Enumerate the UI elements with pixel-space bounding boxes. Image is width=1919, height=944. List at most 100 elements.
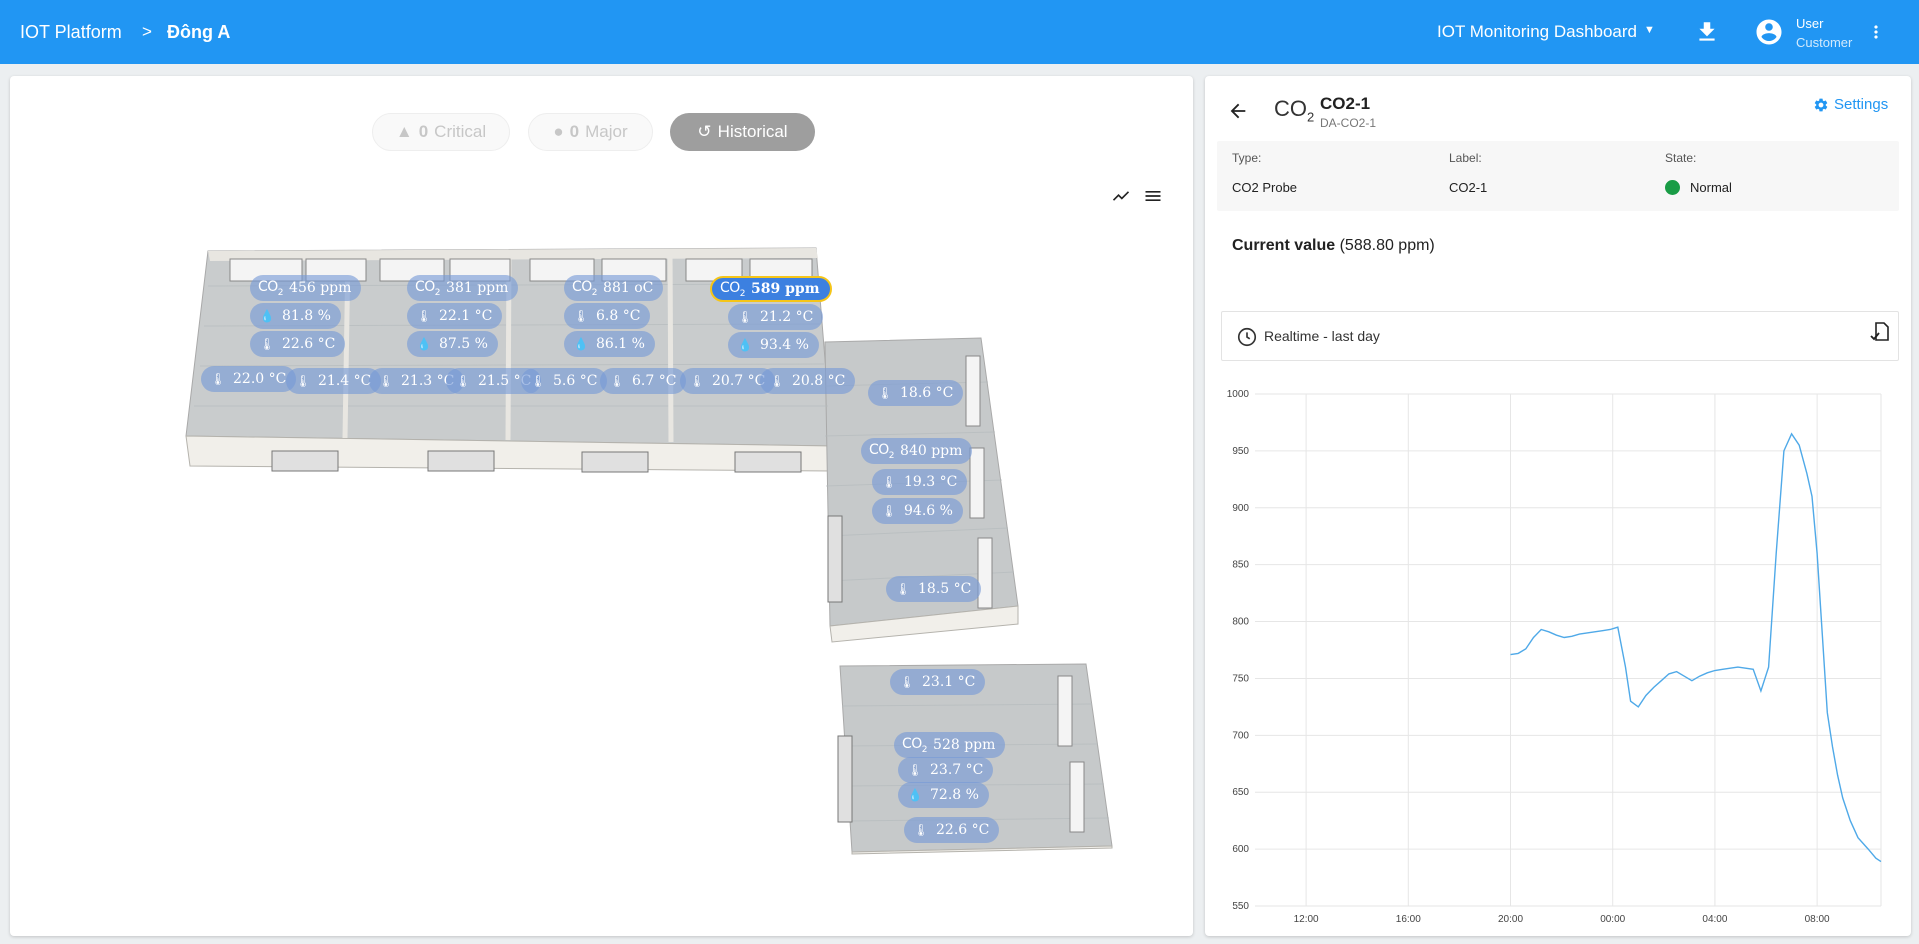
- thermometer-icon: 🌡: [573, 309, 589, 323]
- sensor-temp-chip[interactable]: 🌡 19.3 °C: [872, 469, 968, 495]
- x-tick-label: 04:00: [1702, 914, 1727, 925]
- dashboard-select[interactable]: IOT Monitoring Dashboard: [1437, 22, 1637, 42]
- y-tick-label: 950: [1232, 446, 1249, 457]
- sensor-temp-chip[interactable]: 🌡 5.6 °C: [521, 368, 608, 394]
- breadcrumb-root[interactable]: IOT Platform: [20, 22, 122, 43]
- sensor-temp-chip[interactable]: 🌡 22.0 °C: [201, 366, 297, 392]
- sensor-value: 72.8 %: [930, 787, 979, 803]
- thermometer-icon: 🌡: [907, 763, 923, 777]
- sensor-value: 6.8 °C: [596, 308, 641, 324]
- trend-icon[interactable]: [1111, 186, 1131, 206]
- sensor-value: 5.6 °C: [553, 373, 598, 389]
- label-label: Label:: [1449, 151, 1482, 165]
- y-tick-label: 750: [1232, 673, 1249, 684]
- dropdown-caret-icon[interactable]: ▼: [1644, 24, 1655, 36]
- co2-icon: CO2: [258, 278, 284, 298]
- sensor-temp-chip[interactable]: 🌡 20.8 °C: [760, 368, 856, 394]
- sensor-value: 22.6 °C: [282, 336, 336, 352]
- device-info-panel: Type: CO2 Probe Label: CO2-1 State: Norm…: [1217, 141, 1899, 211]
- floorplan-map: [185, 247, 1113, 855]
- sensor-value: 87.5 %: [439, 336, 488, 352]
- more-vert-icon[interactable]: [1866, 19, 1886, 45]
- state-value: Normal: [1690, 180, 1732, 195]
- series-line: [1510, 432, 1882, 863]
- breadcrumb-separator: >: [142, 22, 152, 41]
- sensor-value: 23.1 °C: [922, 674, 976, 690]
- sensor-value: 22.0 °C: [233, 371, 287, 387]
- thermometer-icon: 🌡: [455, 374, 471, 388]
- critical-alarm-chip[interactable]: ▲ 0 Critical: [372, 113, 510, 151]
- user-name: User: [1796, 16, 1824, 31]
- x-tick-label: 00:00: [1600, 914, 1625, 925]
- user-role: Customer: [1796, 35, 1853, 50]
- major-alarm-chip[interactable]: ● 0 Major: [528, 113, 653, 151]
- sensor-temp-chip[interactable]: 🌡 21.4 °C: [286, 368, 382, 394]
- export-file-icon[interactable]: [1868, 320, 1892, 344]
- sensor-temp-chip[interactable]: 🌡 6.8 °C: [564, 303, 651, 329]
- thermometer-icon: 🌡: [295, 374, 311, 388]
- thermometer-icon: 🌡: [881, 504, 897, 518]
- sensor-co2-chip[interactable]: CO2 528 ppm: [894, 732, 1006, 758]
- sensor-humidity-chip[interactable]: 💧 87.5 %: [407, 331, 498, 357]
- warning-icon: ▲: [395, 122, 413, 141]
- time-period-selector[interactable]: Realtime - last day: [1221, 311, 1899, 361]
- sensor-temp-chip[interactable]: 🌡 23.1 °C: [890, 669, 986, 695]
- sensor-co2-chip[interactable]: CO2 589 ppm: [710, 276, 832, 302]
- co2-icon: CO2: [902, 735, 928, 755]
- current-value-number: (588.80 ppm): [1339, 237, 1435, 254]
- y-tick-label: 900: [1232, 503, 1249, 514]
- label-value: CO2-1: [1449, 180, 1488, 195]
- sensor-value: 19.3 °C: [904, 474, 958, 490]
- y-tick-label: 550: [1232, 901, 1249, 912]
- y-tick-label: 800: [1232, 617, 1249, 628]
- sensor-value: 6.7 °C: [632, 373, 677, 389]
- download-icon[interactable]: [1694, 19, 1720, 45]
- sensor-temp-chip[interactable]: 🌡 94.6 %: [872, 498, 963, 524]
- sensor-value: 381 ppm: [446, 280, 509, 296]
- account-circle-icon[interactable]: [1754, 17, 1784, 47]
- sensor-value: 589 ppm: [751, 281, 820, 297]
- sensor-value: 840 ppm: [900, 443, 963, 459]
- sensor-humidity-chip[interactable]: 💧 93.4 %: [728, 332, 819, 358]
- sensor-temp-chip[interactable]: 🌡 22.6 °C: [904, 817, 1000, 843]
- sensor-value: 22.6 °C: [936, 822, 990, 838]
- sensor-temp-chip[interactable]: 🌡 6.7 °C: [600, 368, 687, 394]
- thermometer-icon: 🌡: [210, 372, 226, 386]
- top-app-bar: IOT Platform > Đông A IOT Monitoring Das…: [0, 0, 1919, 64]
- state-field: State: Normal: [1665, 151, 1732, 195]
- co2-icon: CO2: [869, 441, 895, 461]
- historical-chip[interactable]: ↺ Historical: [670, 113, 815, 151]
- sensor-value: 18.5 °C: [918, 581, 972, 597]
- sensor-humidity-chip[interactable]: 💧 86.1 %: [564, 331, 655, 357]
- settings-button[interactable]: Settings: [1813, 96, 1888, 113]
- sensor-temp-chip[interactable]: 🌡 18.5 °C: [886, 576, 982, 602]
- sensor-temp-chip[interactable]: 🌡 22.6 °C: [250, 331, 346, 357]
- thermometer-icon: 🌡: [913, 823, 929, 837]
- sensor-temp-chip[interactable]: 🌡 18.6 °C: [868, 380, 964, 406]
- thermometer-icon: 🌡: [689, 374, 705, 388]
- clock-icon: [1237, 327, 1257, 347]
- sensor-co2-chip[interactable]: CO2 456 ppm: [250, 275, 362, 301]
- sensor-humidity-chip[interactable]: 💧 72.8 %: [898, 782, 989, 808]
- x-tick-label: 08:00: [1805, 914, 1830, 925]
- thermometer-icon: 🌡: [895, 582, 911, 596]
- type-label: Type:: [1232, 151, 1262, 165]
- sensor-humidity-chip[interactable]: 💧 81.8 %: [250, 303, 341, 329]
- gear-icon: [1814, 98, 1828, 111]
- sensor-temp-chip[interactable]: 🌡 23.7 °C: [898, 757, 994, 783]
- sensor-temp-chip[interactable]: 🌡 21.2 °C: [728, 304, 824, 330]
- sensor-co2-chip[interactable]: CO2 881 oC: [564, 275, 664, 301]
- menu-icon[interactable]: [1143, 186, 1163, 206]
- x-tick-label: 12:00: [1294, 914, 1319, 925]
- thermometer-icon: 🌡: [378, 374, 394, 388]
- sensor-co2-chip[interactable]: CO2 840 ppm: [861, 438, 973, 464]
- y-tick-label: 600: [1232, 844, 1249, 855]
- sensor-co2-chip[interactable]: CO2 381 ppm: [407, 275, 519, 301]
- back-arrow-icon[interactable]: [1227, 100, 1249, 122]
- sensor-value: 881 oC: [603, 280, 654, 296]
- y-tick-label: 850: [1232, 560, 1249, 571]
- sensor-temp-chip[interactable]: 🌡 22.1 °C: [407, 303, 503, 329]
- critical-count: 0: [418, 122, 429, 141]
- current-value-label: Current value: [1232, 237, 1336, 254]
- historical-label: Historical: [717, 122, 788, 141]
